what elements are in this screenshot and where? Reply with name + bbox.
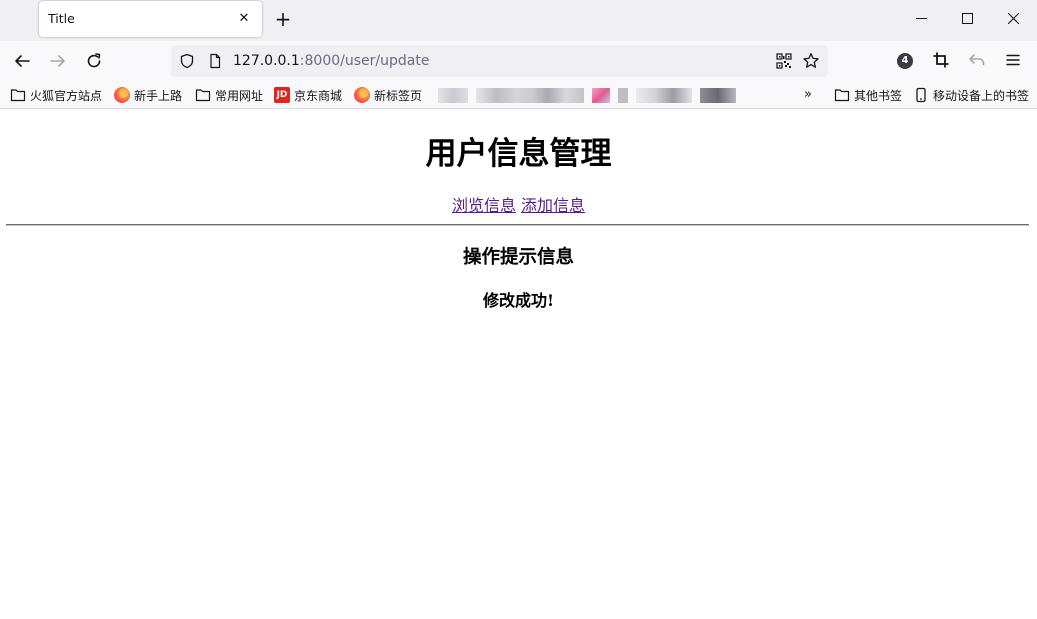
firefox-icon bbox=[354, 87, 370, 103]
bookmark-label: 新标签页 bbox=[374, 88, 423, 103]
mobile-device-icon bbox=[916, 87, 926, 103]
bookmark-star-icon[interactable] bbox=[802, 52, 820, 70]
reload-icon bbox=[87, 53, 101, 68]
tab-strip: Title ✕ + bbox=[0, 0, 1037, 41]
close-icon bbox=[1008, 13, 1019, 24]
url-text[interactable]: 127.0.0.1:8000/user/update bbox=[233, 52, 429, 70]
bookmark-other[interactable]: 其他书签 bbox=[834, 86, 902, 104]
bookmark-label: 火狐官方站点 bbox=[30, 88, 103, 103]
bookmark-label: 京东商城 bbox=[294, 88, 343, 103]
bookmark-label: 其他书签 bbox=[854, 88, 903, 103]
folder-icon bbox=[10, 89, 26, 102]
forward-button[interactable] bbox=[47, 50, 69, 72]
url-path: :8000/user/update bbox=[299, 53, 430, 69]
folder-icon bbox=[195, 89, 211, 102]
bookmark-label: 移动设备上的书签 bbox=[933, 88, 1030, 103]
bookmark-label: 常用网址 bbox=[215, 88, 264, 103]
bookmark-label: 新手上路 bbox=[134, 88, 183, 103]
bookmark-item[interactable]: 火狐官方站点 bbox=[10, 86, 102, 104]
bookmark-item[interactable]: 新标签页 bbox=[354, 86, 422, 104]
firefox-icon bbox=[114, 87, 130, 103]
close-window-button[interactable] bbox=[991, 0, 1037, 38]
back-arrow-icon bbox=[15, 55, 30, 67]
undo-arrow-icon[interactable] bbox=[968, 51, 986, 69]
bookmark-item[interactable]: 新手上路 bbox=[114, 86, 182, 104]
new-tab-button[interactable]: + bbox=[272, 8, 294, 30]
shield-icon[interactable] bbox=[179, 53, 195, 69]
qr-code-icon[interactable] bbox=[776, 53, 792, 69]
tab-active[interactable]: Title ✕ bbox=[39, 1, 262, 37]
forward-arrow-icon bbox=[50, 55, 65, 67]
page-icon[interactable] bbox=[207, 53, 223, 69]
minimize-icon bbox=[916, 18, 927, 19]
status-message: 修改成功! bbox=[482, 291, 555, 310]
url-host: 127.0.0.1 bbox=[233, 53, 300, 69]
section-title: 操作提示信息 bbox=[462, 247, 574, 268]
page-nav: 浏览信息 添加信息 bbox=[0, 195, 1037, 217]
maximize-icon bbox=[962, 13, 973, 24]
bookmark-item[interactable]: JD 京东商城 bbox=[274, 86, 342, 104]
add-info-link[interactable]: 添加信息 bbox=[521, 196, 585, 215]
browse-info-link[interactable]: 浏览信息 bbox=[452, 196, 516, 215]
bookmark-mobile[interactable]: 移动设备上的书签 bbox=[913, 86, 1029, 104]
folder-icon bbox=[834, 89, 850, 102]
page-title: 用户信息管理 bbox=[425, 136, 612, 172]
page-content: 用户信息管理 浏览信息 添加信息 操作提示信息 修改成功! bbox=[0, 110, 1037, 619]
reload-button[interactable] bbox=[83, 50, 105, 72]
tab-title: Title bbox=[48, 11, 75, 26]
back-button[interactable] bbox=[11, 50, 33, 72]
jd-icon: JD bbox=[274, 87, 290, 103]
divider bbox=[6, 224, 1029, 226]
nav-toolbar: 127.0.0.1:8000/user/update 4 bbox=[0, 41, 1037, 81]
menu-icon[interactable] bbox=[1004, 51, 1022, 69]
maximize-button[interactable] bbox=[945, 0, 991, 38]
crop-icon[interactable] bbox=[932, 51, 950, 69]
bookmarks-bar: 火狐官方站点 新手上路 常用网址 JD 京东商城 新标签页 » 其他书签 移动设… bbox=[0, 81, 1037, 109]
url-bar[interactable]: 127.0.0.1:8000/user/update bbox=[171, 45, 828, 77]
bookmarks-overflow-icon[interactable]: » bbox=[804, 87, 812, 102]
minimize-button[interactable] bbox=[899, 0, 945, 38]
bookmark-item[interactable]: 常用网址 bbox=[195, 86, 263, 104]
tab-close-icon[interactable]: ✕ bbox=[234, 9, 254, 29]
extension-badge-icon[interactable]: 4 bbox=[897, 53, 913, 69]
